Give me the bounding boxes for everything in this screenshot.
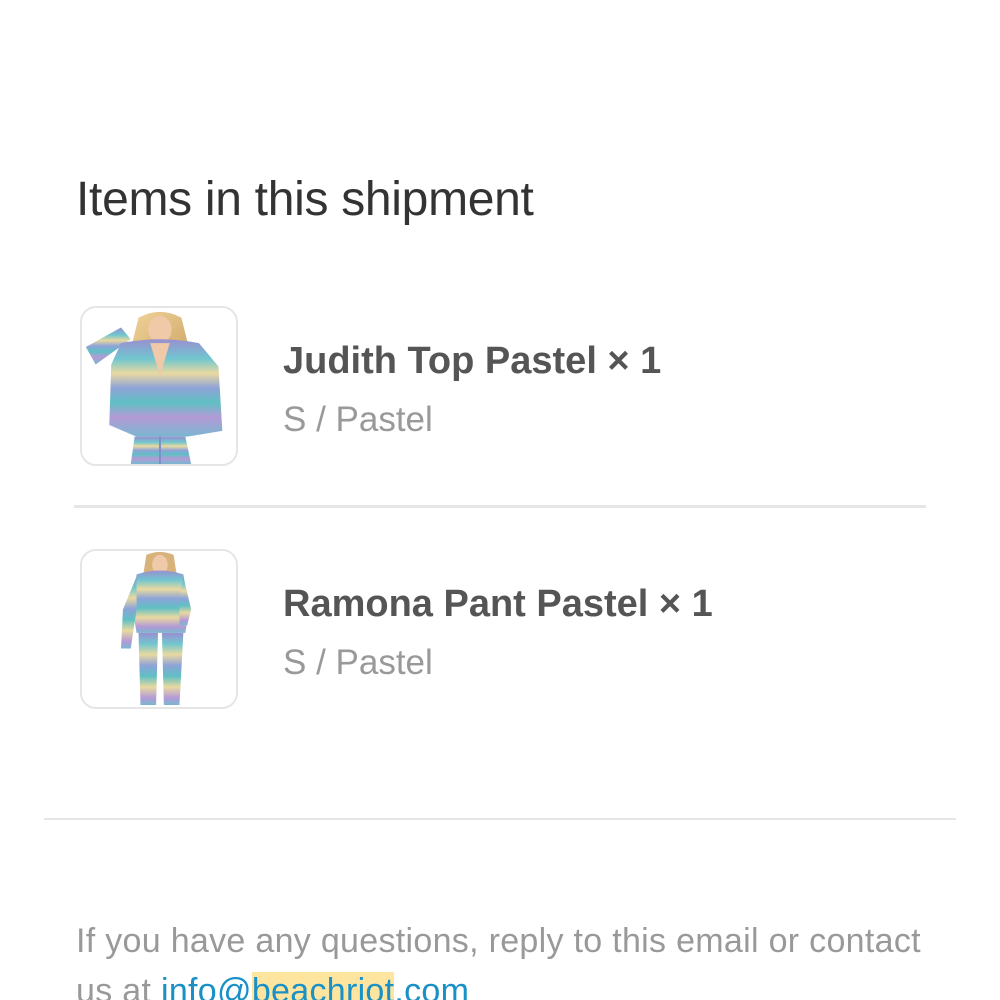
item-divider [74, 505, 926, 508]
email-local-part: info@ [160, 972, 252, 1000]
shipment-item: Judith Top Pastel × 1 S / Pastel [76, 306, 926, 466]
item-variant: S / Pastel [283, 643, 433, 682]
product-image[interactable] [80, 306, 238, 466]
email-domain-suffix: .com [394, 972, 470, 1000]
section-heading: Items in this shipment [76, 173, 534, 226]
email-page: Items in this shipment Judith Top Pastel… [0, 0, 1000, 1000]
item-variant: S / Pastel [283, 400, 433, 439]
contact-email-link[interactable]: info@beachriot.com [161, 972, 469, 1000]
product-photo-knit-set [82, 551, 236, 707]
product-photo-cardigan-top [82, 308, 236, 464]
section-divider [44, 818, 956, 820]
shipment-item: Ramona Pant Pastel × 1 S / Pastel [76, 549, 926, 709]
email-domain-highlight: beachriot [251, 972, 395, 1000]
item-title[interactable]: Ramona Pant Pastel × 1 [283, 583, 713, 626]
footer-contact-text: If you have any questions, reply to this… [76, 916, 936, 1000]
item-title[interactable]: Judith Top Pastel × 1 [283, 340, 661, 383]
product-image[interactable] [80, 549, 238, 709]
